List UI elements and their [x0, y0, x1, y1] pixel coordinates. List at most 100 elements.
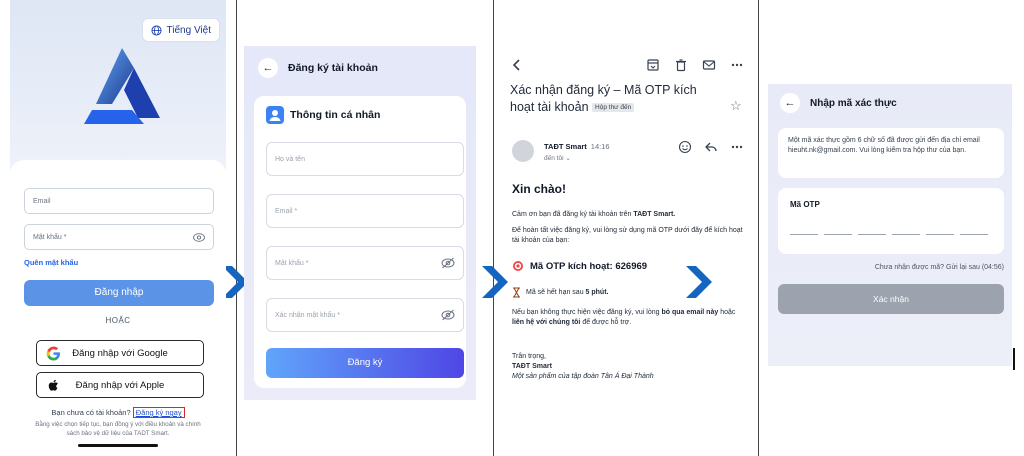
email-toolbar — [506, 56, 746, 76]
no-account-text: Bạn chưa có tài khoản? — [51, 408, 131, 417]
email-placeholder: Email — [33, 197, 51, 205]
globe-icon — [150, 24, 162, 36]
otp-line: Mã OTP kích hoạt: 626969 — [512, 260, 647, 272]
archive-icon[interactable] — [646, 58, 660, 72]
ignore-suffix: để được hỗ trợ. — [580, 319, 632, 326]
star-icon[interactable]: ☆ — [730, 98, 742, 114]
otp-digit-input[interactable] — [926, 234, 954, 235]
expiry-prefix: Mã sẽ hết hạn sau — [526, 289, 586, 296]
mail-icon[interactable] — [702, 58, 716, 72]
section-header: Thông tin cá nhân — [266, 106, 380, 124]
otp-code-text: Mã OTP kích hoạt: 626969 — [530, 260, 648, 272]
app-logo-icon — [84, 48, 160, 124]
trash-icon[interactable] — [674, 58, 688, 72]
confirm-password-field[interactable]: Xác nhận mật khẩu * — [266, 298, 464, 332]
forgot-password-link[interactable]: Quên mật khẩu — [24, 258, 78, 267]
email-placeholder: Email * — [275, 207, 298, 215]
back-button[interactable]: ← — [780, 93, 800, 113]
register-form-card: Thông tin cá nhân Họ và tên Email * Mật … — [254, 96, 466, 388]
ignore-prefix: Nếu bạn không thực hiện việc đăng ký, vu… — [512, 309, 662, 316]
tagline: Một sản phẩm của tập đoàn Tân Á Đại Thàn… — [512, 373, 654, 380]
terms-text: Bằng việc chọn tiếp tục, bạn đồng ý với … — [35, 421, 201, 437]
section-title: Thông tin cá nhân — [290, 109, 381, 121]
panel-divider — [493, 0, 494, 456]
back-chevron-icon[interactable] — [510, 58, 524, 72]
otp-digit-input[interactable] — [892, 234, 920, 235]
register-button[interactable]: Đăng ký — [266, 348, 464, 378]
thanks-text: Cảm ơn bạn đã đăng ký tài khoản trên TAĐ… — [512, 210, 744, 220]
password-field[interactable]: Mật khẩu * — [266, 246, 464, 280]
email-field[interactable]: Email * — [266, 194, 464, 228]
thanks-prefix: Cảm ơn bạn đã đăng ký tài khoản trên — [512, 211, 634, 218]
more-icon[interactable] — [730, 58, 744, 72]
otp-digit-input[interactable] — [790, 234, 818, 235]
signup-prompt: Bạn chưa có tài khoản? Đăng ký ngay — [10, 407, 226, 418]
otp-input-card: Mã OTP — [778, 188, 1004, 254]
panel-divider — [236, 0, 237, 456]
target-icon — [513, 261, 523, 271]
home-indicator — [78, 444, 158, 447]
email-subject: Xác nhận đăng ký – Mã OTP kích hoạt tài … — [510, 82, 710, 116]
otp-digit-input[interactable] — [858, 234, 886, 235]
password-placeholder: Mật khẩu * — [33, 233, 67, 241]
register-screen: ← Đăng ký tài khoản Thông tin cá nhân Họ… — [244, 46, 476, 400]
eye-icon[interactable] — [193, 232, 205, 242]
eye-off-icon[interactable] — [441, 257, 455, 269]
email-actions — [678, 140, 748, 156]
signature: TAĐT Smart — [512, 363, 552, 370]
google-icon — [46, 346, 61, 361]
back-arrow-icon: ← — [262, 62, 274, 74]
resend-countdown: Chưa nhận được mã? Gửi lại sau (04:56) — [874, 264, 1004, 271]
expiry-line: Mã sẽ hết hạn sau 5 phút. — [512, 287, 609, 298]
recipient-toggle[interactable]: đến tôi ⌄ — [544, 154, 571, 162]
reply-icon[interactable] — [704, 140, 718, 154]
instruction-text: Để hoàn tất việc đăng ký, vui lòng sử dụ… — [512, 227, 743, 244]
login-button[interactable]: Đăng nhập — [24, 280, 214, 306]
language-label: Tiếng Việt — [166, 24, 211, 36]
more-icon[interactable] — [730, 140, 744, 154]
expiry-value: 5 phút. — [585, 289, 609, 296]
emoji-icon[interactable] — [678, 140, 692, 154]
greeting: Xin chào! — [512, 182, 567, 196]
otp-digit-input[interactable] — [960, 234, 988, 235]
page-title: Đăng ký tài khoản — [288, 62, 378, 74]
avatar — [512, 140, 534, 162]
otp-screen: ← Nhập mã xác thực Một mã xác thực gồm 6… — [768, 84, 1012, 366]
hourglass-icon — [513, 287, 520, 298]
otp-info-card: Một mã xác thực gồm 6 chữ số đã được gửi… — [778, 128, 1004, 178]
language-button[interactable]: Tiếng Việt — [141, 18, 220, 42]
back-arrow-icon: ← — [784, 97, 796, 109]
brand-name: TAĐT Smart. — [633, 211, 676, 218]
apple-login-label: Đăng nhập với Apple — [75, 379, 165, 391]
apple-icon — [48, 379, 58, 391]
or-divider: HOẶC — [105, 316, 131, 325]
register-header: ← Đăng ký tài khoản — [244, 46, 476, 90]
page-title: Nhập mã xác thực — [810, 97, 897, 109]
user-icon — [266, 106, 284, 124]
hero-background: Tiếng Việt — [10, 0, 226, 170]
password-field[interactable]: Mật khẩu * — [24, 224, 214, 250]
confirm-button[interactable]: Xác nhận — [778, 284, 1004, 314]
google-login-label: Đăng nhập với Google — [72, 347, 168, 359]
otp-digit-input[interactable] — [824, 234, 852, 235]
ignore-bold: bỏ qua email này — [661, 309, 719, 316]
confirm-password-placeholder: Xác nhận mật khẩu * — [275, 311, 340, 319]
sender-line: TAĐT Smart 14:16 — [544, 142, 610, 151]
email-time: 14:16 — [590, 142, 610, 151]
email-screen: Xác nhận đăng ký – Mã OTP kích hoạt tài … — [500, 50, 750, 390]
ignore-text: Nếu bạn không thực hiện việc đăng ký, vu… — [512, 308, 744, 328]
panel-divider — [758, 0, 759, 456]
inbox-label[interactable]: Hộp thư đến — [592, 103, 635, 113]
password-placeholder: Mật khẩu * — [275, 259, 309, 267]
text-cursor — [1013, 348, 1015, 370]
ignore-mid: hoặc — [718, 309, 736, 316]
apple-login-button[interactable]: Đăng nhập với Apple — [36, 372, 204, 398]
login-screen: Tiếng Việt Email Mật khẩu * Quên mật khẩ… — [10, 0, 226, 456]
otp-label: Mã OTP — [790, 200, 820, 209]
email-field[interactable]: Email — [24, 188, 214, 214]
full-name-field[interactable]: Họ và tên — [266, 142, 464, 176]
back-button[interactable]: ← — [258, 58, 278, 78]
signup-link[interactable]: Đăng ký ngay — [132, 407, 185, 418]
eye-off-icon[interactable] — [441, 309, 455, 321]
google-login-button[interactable]: Đăng nhập với Google — [36, 340, 204, 366]
